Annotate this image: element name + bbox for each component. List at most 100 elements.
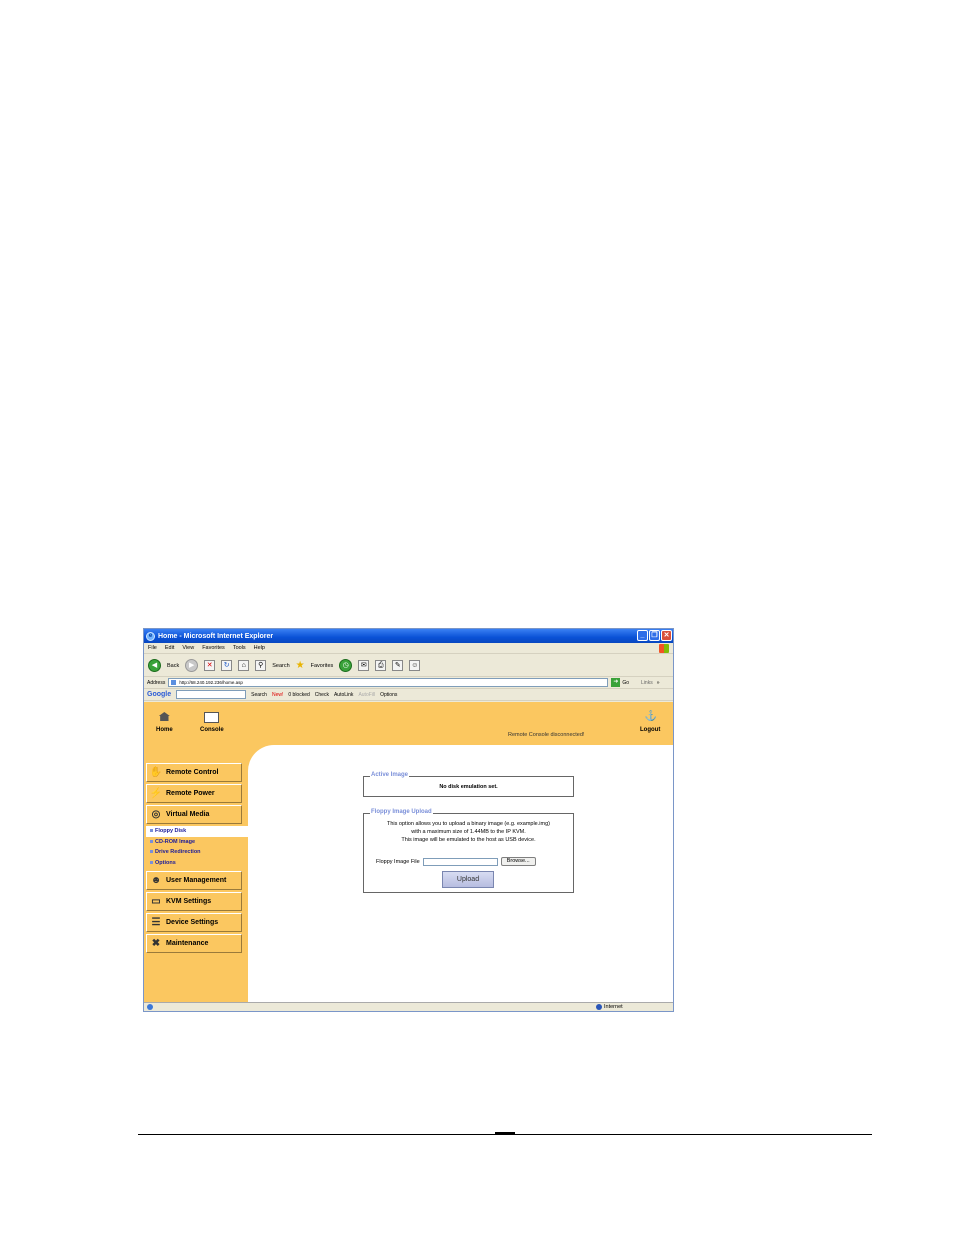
google-logo[interactable]: Google (147, 691, 171, 698)
header-curve (248, 745, 300, 797)
sidebar-item-kvm-settings[interactable]: ▭ KVM Settings (146, 892, 242, 911)
active-image-legend: Active Image (370, 772, 410, 778)
console-icon[interactable] (204, 712, 220, 723)
back-icon[interactable]: ◀ (148, 659, 161, 672)
windows-logo-icon (659, 644, 669, 653)
sidebar-item-label: Device Settings (166, 919, 219, 926)
nav-home[interactable]: Home (156, 712, 173, 733)
upload-description-line1: This option allows you to upload a binar… (387, 821, 550, 827)
sidebar-item-remote-control[interactable]: ✋ Remote Control (146, 763, 242, 782)
messenger-icon[interactable]: ☺ (409, 660, 421, 671)
device-icon: ☰ (151, 916, 161, 928)
google-new-badge: New! (271, 691, 284, 698)
file-input[interactable] (422, 857, 498, 866)
bullet-icon (150, 850, 153, 854)
page-status-icon (147, 1004, 153, 1010)
sidebar-item-maintenance[interactable]: ✖ Maintenance (146, 934, 242, 953)
history-icon[interactable]: ◷ (339, 659, 353, 672)
google-search-input[interactable] (176, 690, 247, 699)
go-icon[interactable]: ➜ (611, 678, 621, 687)
search-label[interactable]: Search (272, 663, 289, 669)
print-icon[interactable]: ⎙ (375, 660, 387, 671)
refresh-icon[interactable]: ↻ (221, 660, 233, 671)
upload-button[interactable]: Upload (442, 871, 494, 888)
edit-icon[interactable]: ✎ (392, 660, 404, 671)
sidebar-item-virtual-media[interactable]: ◎ Virtual Media (146, 805, 242, 824)
sidebar-item-label: Remote Control (166, 769, 219, 776)
favorites-icon[interactable]: ★ (296, 660, 305, 671)
favorites-label[interactable]: Favorites (311, 663, 334, 669)
maximize-button[interactable]: ❐ (649, 630, 660, 641)
back-label[interactable]: Back (167, 663, 179, 669)
menu-view[interactable]: View (182, 645, 194, 651)
spell-check-button[interactable]: Check (315, 692, 329, 698)
standard-toolbar: ◀ Back ▶ ✕ ↻ ⌂ ⚲ Search ★ Favorites ◷ ✉ … (144, 655, 673, 677)
mail-icon[interactable]: ✉ (358, 660, 370, 671)
search-icon[interactable]: ⚲ (255, 660, 267, 671)
floppy-upload-legend: Floppy Image Upload (370, 809, 433, 815)
zone-label: Internet (604, 1004, 623, 1010)
browser-screenshot: e Home - Microsoft Internet Explorer _ ❐… (143, 628, 674, 1012)
google-search-button[interactable]: Search (251, 692, 267, 698)
submenu-label: CD-ROM Image (155, 838, 196, 845)
autolink-button[interactable]: AutoLink (334, 692, 353, 698)
links-label[interactable]: Links (641, 680, 653, 686)
bullet-icon (150, 829, 153, 833)
address-bar: Address http://68.240.192.236/home.asp ➜… (144, 677, 673, 689)
active-image-status: No disk emulation set. (439, 784, 498, 790)
google-options-button[interactable]: Options (380, 692, 397, 698)
monitor-icon: ▭ (151, 895, 161, 907)
nav-logout-label[interactable]: Logout (640, 727, 660, 733)
close-button[interactable]: ✕ (661, 630, 672, 641)
submenu-drive-redirection[interactable]: Drive Redirection (150, 847, 242, 858)
sidebar-item-label: User Management (166, 877, 227, 884)
go-label[interactable]: Go (622, 680, 629, 686)
sidebar-item-label: KVM Settings (166, 898, 212, 905)
sidebar-item-label: Maintenance (166, 940, 209, 947)
nav-home-label[interactable]: Home (156, 727, 173, 733)
page-content: Home Console Remote Console disconnected… (144, 702, 673, 1002)
globe-icon (596, 1004, 602, 1010)
file-label: Floppy Image File (376, 858, 420, 865)
sidebar-item-user-management[interactable]: ☻ User Management (146, 871, 242, 890)
sidebar-item-device-settings[interactable]: ☰ Device Settings (146, 913, 242, 932)
submenu-options[interactable]: Options (150, 858, 242, 869)
menu-edit[interactable]: Edit (165, 645, 174, 651)
home-icon[interactable] (158, 712, 170, 721)
security-zone: Internet (596, 1004, 623, 1010)
autofill-button[interactable]: AutoFill (358, 692, 375, 698)
nav-logout[interactable]: ⚓ Logout (640, 712, 660, 734)
address-input[interactable]: http://68.240.192.236/home.asp (168, 678, 609, 687)
minimize-button[interactable]: _ (637, 630, 648, 641)
submenu-floppy-disk[interactable]: Floppy Disk (146, 826, 248, 837)
status-bar: Internet (144, 1002, 673, 1011)
submenu-label: Options (155, 859, 176, 866)
title-bar: e Home - Microsoft Internet Explorer _ ❐… (144, 629, 673, 643)
menu-favorites[interactable]: Favorites (202, 645, 225, 651)
virtual-media-submenu: Floppy Disk CD-ROM Image Drive Redirecti… (146, 826, 248, 869)
popup-blocked-label[interactable]: 0 blocked (288, 692, 309, 698)
links-chevron[interactable]: » (657, 680, 660, 686)
stop-icon[interactable]: ✕ (204, 660, 216, 671)
footer-mark (495, 1132, 515, 1135)
logout-icon[interactable]: ⚓ (645, 712, 657, 722)
window-controls: _ ❐ ✕ (637, 630, 672, 641)
tools-icon: ✖ (151, 937, 161, 949)
submenu-cdrom-image[interactable]: CD-ROM Image (150, 837, 242, 848)
bullet-icon (150, 839, 153, 843)
submenu-label: Drive Redirection (155, 849, 201, 855)
menu-file[interactable]: File (148, 645, 157, 651)
upload-description-line3: This image will be emulated to the host … (401, 837, 536, 843)
sidebar-menu: ✋ Remote Control ⚡ Remote Power ◎ Virtua… (146, 763, 248, 955)
forward-icon[interactable]: ▶ (185, 659, 199, 672)
menu-tools[interactable]: Tools (233, 645, 246, 651)
browse-button[interactable]: Browse... (500, 857, 536, 866)
nav-console[interactable]: Console (200, 712, 224, 733)
nav-console-label[interactable]: Console (200, 727, 224, 733)
menu-bar: File Edit View Favorites Tools Help (144, 643, 673, 654)
menu-help[interactable]: Help (254, 645, 265, 651)
sidebar-item-remote-power[interactable]: ⚡ Remote Power (146, 784, 242, 803)
remote-control-icon: ✋ (149, 766, 163, 778)
address-label: Address (147, 679, 166, 686)
home-toolbar-icon[interactable]: ⌂ (238, 660, 250, 671)
